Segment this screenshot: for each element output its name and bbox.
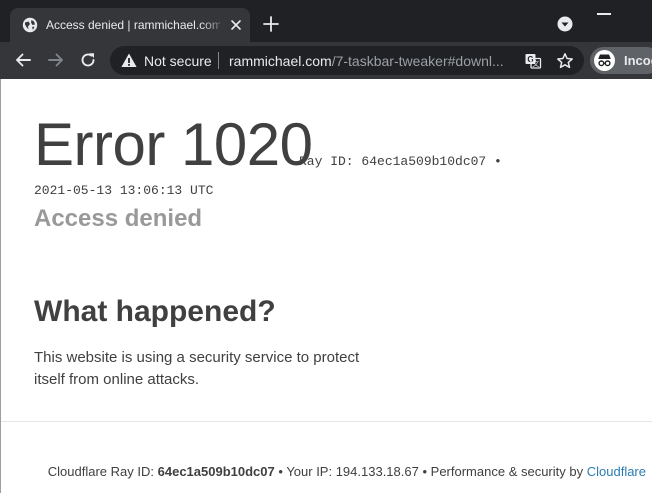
- incognito-icon: [594, 50, 615, 71]
- tab-strip: Access denied | rammichael.com: [0, 0, 652, 42]
- footer-divider: [1, 421, 652, 422]
- cloudflare-link[interactable]: Cloudflare: [587, 464, 646, 479]
- footer-performance-text: Performance & security by: [430, 464, 584, 479]
- omnibox-divider: [218, 52, 219, 69]
- browser-toolbar: Not secure rammichael.com/7-taskbar-twea…: [0, 42, 652, 79]
- footer-ray-id: 64ec1a509b10dc07: [157, 464, 275, 479]
- page-content: Error 1020 Ray ID: 64ec1a509b10dc07 • 20…: [0, 79, 652, 493]
- security-status[interactable]: Not secure: [144, 53, 212, 69]
- address-bar[interactable]: Not secure rammichael.com/7-taskbar-twea…: [110, 46, 584, 75]
- footer-separator: •: [422, 464, 428, 479]
- translate-icon[interactable]: G 文: [524, 52, 542, 70]
- tab-search-icon[interactable]: [557, 16, 573, 32]
- what-happened-heading: What happened?: [34, 295, 276, 328]
- url-path: /7-taskbar-tweaker#downl...: [331, 53, 504, 69]
- error-subtitle: Access denied: [34, 205, 203, 232]
- warning-icon[interactable]: [121, 53, 137, 68]
- what-happened-text: This website is using a security service…: [34, 349, 360, 388]
- close-tab-icon[interactable]: [228, 17, 244, 33]
- url-text[interactable]: rammichael.com/7-taskbar-tweaker#downl..…: [229, 53, 511, 69]
- globe-icon: [22, 17, 38, 33]
- minimize-window-icon[interactable]: [597, 13, 611, 15]
- url-domain: rammichael.com: [229, 53, 332, 69]
- back-arrow-icon[interactable]: [14, 51, 32, 69]
- active-tab[interactable]: Access denied | rammichael.com: [10, 8, 250, 42]
- forward-arrow-icon[interactable]: [47, 51, 65, 69]
- incognito-indicator[interactable]: Incog: [590, 47, 652, 74]
- new-tab-icon[interactable]: [262, 15, 280, 33]
- tab-title-fade: [200, 14, 228, 36]
- footer-ip: Your IP: 194.133.18.67: [286, 464, 419, 479]
- reload-icon[interactable]: [79, 51, 97, 69]
- footer-separator: •: [278, 464, 283, 479]
- error-code-heading: Error 1020: [34, 111, 313, 178]
- bookmark-star-icon[interactable]: [556, 52, 574, 70]
- footer: Cloudflare Ray ID: 64ec1a509b10dc07 • Yo…: [1, 464, 646, 480]
- timestamp: 2021-05-13 13:06:13 UTC: [34, 183, 214, 198]
- footer-ray-label: Cloudflare Ray ID:: [47, 464, 154, 479]
- tab-title: Access denied | rammichael.com: [46, 18, 220, 32]
- incognito-label: Incog: [624, 53, 652, 68]
- ray-id-inline: Ray ID: 64ec1a509b10dc07 •: [299, 154, 502, 169]
- svg-text:文: 文: [532, 59, 539, 68]
